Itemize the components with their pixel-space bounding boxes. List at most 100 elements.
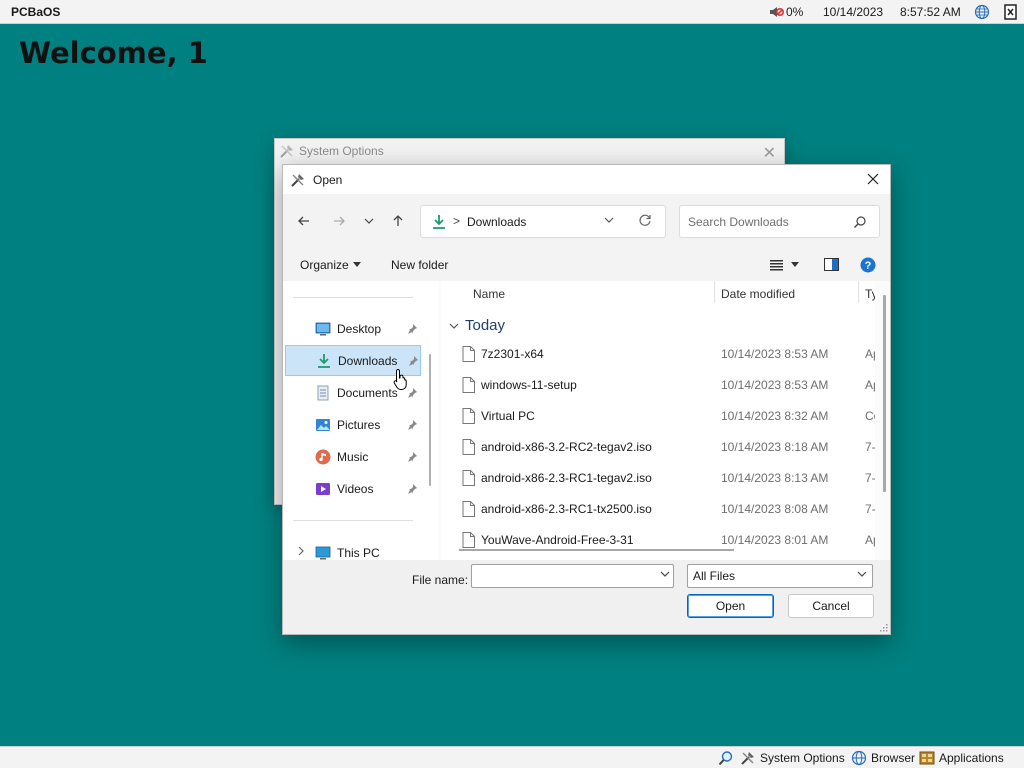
globe-icon[interactable] bbox=[974, 4, 990, 20]
column-separator[interactable] bbox=[714, 281, 715, 303]
taskbar-item-label: Applications bbox=[939, 751, 1004, 765]
change-view-button[interactable] bbox=[770, 258, 802, 272]
file-date: 10/14/2023 8:32 AM bbox=[721, 409, 829, 423]
nav-item-this-pc[interactable]: This PC bbox=[285, 537, 421, 560]
file-type: Ap bbox=[865, 347, 875, 361]
taskbar-item-label: System Options bbox=[760, 751, 845, 765]
clock-date: 10/14/2023 bbox=[823, 5, 884, 19]
file-row[interactable]: 7z2301-x64 10/14/2023 8:53 AM Ap bbox=[441, 338, 875, 369]
music-icon bbox=[315, 449, 331, 464]
horizontal-scrollbar[interactable] bbox=[459, 549, 734, 551]
dialog-footer: File name: All Files Open Cancel bbox=[283, 560, 890, 634]
file-icon bbox=[462, 470, 475, 486]
file-row[interactable]: android-x86-2.3-RC1-tegav2.iso 10/14/202… bbox=[441, 462, 875, 493]
up-arrow-icon[interactable] bbox=[389, 212, 407, 230]
caret-down-icon bbox=[791, 262, 799, 267]
file-icon bbox=[462, 501, 475, 517]
file-name-input[interactable] bbox=[471, 564, 674, 588]
file-list: Name Date modified Ty Today 7z2301-x64 1… bbox=[441, 281, 875, 560]
taskbar-browser[interactable]: Browser bbox=[851, 750, 915, 766]
file-name: android-x86-2.3-RC1-tx2500.iso bbox=[481, 502, 652, 516]
nav-item-desktop[interactable]: Desktop bbox=[285, 313, 421, 344]
svg-text:?: ? bbox=[865, 260, 872, 272]
divider bbox=[293, 297, 413, 298]
taskbar-applications[interactable]: Applications bbox=[919, 750, 1004, 766]
close-icon[interactable]: ✕ bbox=[763, 143, 776, 163]
system-options-icon bbox=[291, 174, 304, 187]
system-options-icon bbox=[741, 752, 754, 765]
file-name: 7z2301-x64 bbox=[481, 347, 544, 361]
file-row[interactable]: android-x86-3.2-RC2-tegav2.iso 10/14/202… bbox=[441, 431, 875, 462]
back-arrow-icon[interactable] bbox=[295, 212, 313, 230]
nav-item-pictures[interactable]: Pictures bbox=[285, 409, 421, 440]
search-icon bbox=[854, 216, 866, 228]
preview-pane-icon[interactable] bbox=[824, 258, 839, 271]
refresh-icon[interactable] bbox=[638, 213, 652, 231]
navigation-bar: > Downloads Search Downloads bbox=[283, 194, 890, 249]
file-date: 10/14/2023 8:53 AM bbox=[721, 347, 829, 361]
file-row[interactable]: windows-11-setup 10/14/2023 8:53 AM Ap bbox=[441, 369, 875, 400]
file-type: 7- bbox=[865, 471, 875, 485]
forward-arrow-icon[interactable] bbox=[330, 212, 348, 230]
system-options-icon bbox=[280, 145, 293, 158]
volume-muted-icon[interactable] bbox=[768, 4, 784, 20]
column-header-type[interactable]: Ty bbox=[865, 287, 875, 301]
file-row[interactable]: Virtual PC 10/14/2023 8:32 AM Co bbox=[441, 400, 875, 431]
search-icon[interactable] bbox=[718, 750, 734, 766]
nav-pane-scrollbar[interactable] bbox=[429, 354, 431, 486]
file-icon bbox=[462, 532, 475, 548]
expand-chevron-icon[interactable] bbox=[297, 546, 305, 559]
command-bar: Organize New folder ? bbox=[283, 249, 890, 281]
file-icon bbox=[462, 439, 475, 455]
file-type: 7- bbox=[865, 502, 875, 516]
file-icon bbox=[462, 346, 475, 362]
file-type-filter-select[interactable]: All Files bbox=[687, 564, 873, 588]
close-button[interactable] bbox=[862, 168, 884, 190]
organize-menu-button[interactable]: Organize bbox=[300, 258, 361, 272]
file-row[interactable]: android-x86-2.3-RC1-tx2500.iso 10/14/202… bbox=[441, 493, 875, 524]
nav-item-videos[interactable]: Videos bbox=[285, 473, 421, 504]
file-type: Ap bbox=[865, 533, 875, 547]
nav-item-label: Videos bbox=[337, 481, 374, 496]
file-type-filter-value: All Files bbox=[693, 569, 736, 583]
column-header-date-modified[interactable]: Date modified bbox=[721, 287, 795, 301]
file-icon bbox=[462, 408, 475, 424]
os-name: PCBaOS bbox=[11, 5, 61, 19]
help-icon[interactable]: ? bbox=[860, 257, 876, 273]
navigation-pane: Desktop Downloads Documents Pictures Mus… bbox=[283, 281, 438, 560]
taskbar-item-label: Browser bbox=[871, 751, 916, 765]
cancel-button[interactable]: Cancel bbox=[788, 594, 874, 618]
pin-icon bbox=[408, 323, 417, 334]
nav-item-music[interactable]: Music bbox=[285, 441, 421, 472]
breadcrumb-current[interactable]: Downloads bbox=[467, 215, 526, 229]
nav-item-label: Pictures bbox=[337, 417, 381, 432]
videos-icon bbox=[316, 482, 330, 495]
file-name-dropdown-chevron-icon[interactable] bbox=[660, 570, 670, 581]
pin-icon bbox=[408, 451, 417, 462]
recent-locations-chevron-icon[interactable] bbox=[360, 212, 378, 230]
open-button[interactable]: Open bbox=[687, 594, 774, 618]
resize-grip-icon[interactable] bbox=[878, 622, 888, 632]
address-dropdown-chevron-icon[interactable] bbox=[604, 215, 614, 228]
pin-icon bbox=[408, 483, 417, 494]
exit-icon[interactable] bbox=[1003, 3, 1019, 21]
documents-icon bbox=[317, 385, 329, 400]
clock-time: 8:57:52 AM bbox=[900, 5, 961, 19]
browser-globe-icon bbox=[851, 750, 867, 766]
file-name: YouWave-Android-Free-3-31 bbox=[481, 533, 634, 547]
column-header-name[interactable]: Name bbox=[473, 287, 505, 301]
new-folder-button[interactable]: New folder bbox=[391, 258, 448, 272]
close-icon bbox=[867, 173, 879, 185]
vertical-scrollbar[interactable] bbox=[883, 295, 886, 492]
column-separator[interactable] bbox=[858, 281, 859, 303]
search-placeholder: Search Downloads bbox=[688, 215, 789, 229]
file-name: android-x86-3.2-RC2-tegav2.iso bbox=[481, 440, 652, 454]
search-input[interactable]: Search Downloads bbox=[679, 205, 880, 238]
taskbar-system-options[interactable]: System Options bbox=[740, 750, 845, 766]
pin-icon bbox=[408, 419, 417, 430]
battery-level: 0% bbox=[786, 5, 804, 19]
address-bar[interactable]: > Downloads bbox=[420, 205, 666, 238]
group-header-today[interactable]: Today bbox=[449, 317, 505, 334]
taskbar: System Options Browser Applications bbox=[0, 746, 1024, 768]
dialog-titlebar[interactable]: Open bbox=[283, 165, 890, 194]
